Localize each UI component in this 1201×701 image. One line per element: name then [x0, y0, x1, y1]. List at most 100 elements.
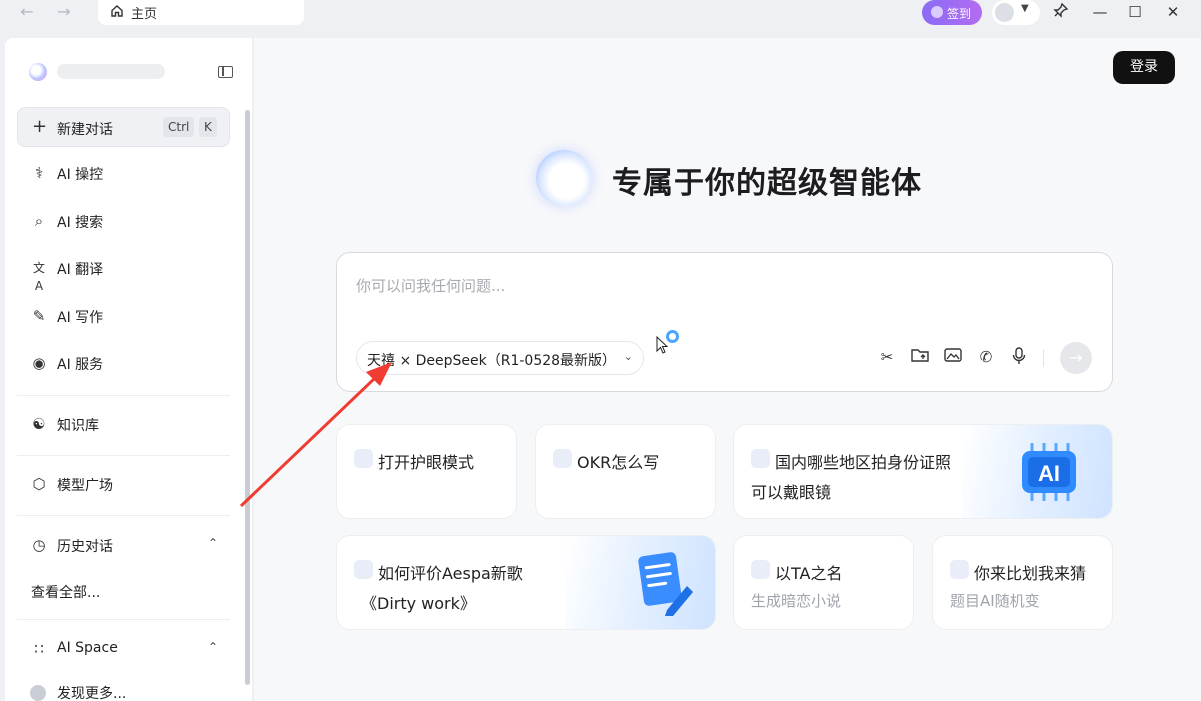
model-select[interactable]: 天禧 × DeepSeek（R1-0528最新版） ⌄ [356, 341, 644, 375]
folder-upload-icon[interactable] [910, 347, 930, 367]
suggestion-icon [354, 449, 373, 468]
chevron-down-icon: ⌄ [623, 350, 633, 363]
sidebar-item-ai-control[interactable]: ⚕ AI 操控 [17, 156, 230, 192]
home-icon [111, 5, 123, 17]
divider [17, 395, 230, 396]
suggestion-title: OKR怎么写 [577, 453, 660, 472]
sidebar-item-knowledge[interactable]: ☯ 知识库 [17, 407, 230, 443]
tab-home[interactable]: 主页 [98, 0, 304, 25]
suggestion-title: 你来比划我来猜 [974, 564, 1087, 583]
sidebar-scrollbar[interactable] [245, 110, 250, 685]
shortcut-ctrl: Ctrl [163, 117, 195, 137]
main-content: 登录 专属于你的超级智能体 你可以问我任何问题... 天禧 × DeepSeek… [254, 38, 1201, 701]
sidebar-item-label: AI Space [57, 640, 118, 656]
suggestion-card-novel[interactable]: 以TA之名 生成暗恋小说 [733, 535, 914, 630]
toolbar-divider [1043, 349, 1044, 367]
sidebar-collapse-icon[interactable] [218, 66, 233, 78]
knowledge-icon: ☯ [32, 415, 46, 433]
image-icon[interactable] [943, 347, 963, 367]
sidebar-item-label: AI 翻译 [57, 262, 104, 278]
loading-spinner-icon [666, 330, 679, 343]
microphone-icon[interactable] [1009, 347, 1029, 367]
suggestion-subtitle: 《Dirty work》 [361, 594, 476, 613]
send-button[interactable]: → [1060, 342, 1092, 374]
suggestion-card-okr[interactable]: OKR怎么写 [535, 424, 716, 519]
close-icon[interactable]: ✕ [1162, 2, 1184, 22]
discover-icon [30, 685, 46, 701]
suggestion-card-aespa[interactable]: 如何评价Aespa新歌 《Dirty work》 [336, 535, 716, 630]
plus-icon: + [32, 116, 48, 137]
clock-icon: ◷ [32, 536, 46, 554]
divider [17, 515, 230, 516]
minimize-icon[interactable]: — [1089, 2, 1111, 22]
suggestion-icon [950, 560, 969, 579]
pen-icon: ✎ [32, 307, 46, 325]
suggestion-subtitle: 生成暗恋小说 [751, 592, 842, 610]
chevron-up-icon[interactable]: ⌃ [208, 536, 218, 550]
sidebar-item-history[interactable]: ◷ 历史对话 ⌃ [17, 528, 230, 564]
service-icon: ◉ [32, 354, 46, 372]
suggestion-icon [751, 560, 770, 579]
suggestion-title: 国内哪些地区拍身份证照 [775, 453, 952, 472]
back-icon[interactable]: ← [14, 3, 40, 21]
sidebar-item-ai-search[interactable]: ⌕ AI 搜索 [17, 204, 230, 240]
brand-logo [29, 63, 47, 81]
suggestion-card-eye-mode[interactable]: 打开护眼模式 [336, 424, 517, 519]
chevron-up-icon[interactable]: ⌃ [208, 640, 218, 654]
ai-chip-icon: AI [1022, 443, 1076, 501]
new-chat-button[interactable]: + 新建对话 Ctrl K [17, 107, 230, 147]
discover-more-link[interactable]: 发现更多... [17, 675, 230, 701]
history-view-all-link[interactable]: 查看全部... [31, 582, 100, 602]
tab-label: 主页 [131, 7, 158, 22]
login-button[interactable]: 登录 [1113, 51, 1175, 84]
svg-text:AI: AI [1038, 461, 1060, 486]
sidebar-item-ai-space[interactable]: ∷ AI Space ⌃ [17, 632, 230, 668]
sidebar-item-label: 模型广场 [57, 478, 113, 494]
suggestion-card-id-photo[interactable]: AI 国内哪些地区拍身份证照 可以戴眼镜 [733, 424, 1113, 519]
sidebar-item-ai-service[interactable]: ◉ AI 服务 [17, 346, 230, 382]
suggestion-subtitle: 可以戴眼镜 [751, 483, 832, 502]
cube-icon: ⬡ [32, 475, 46, 493]
suggestion-card-charades[interactable]: 你来比划我来猜 题目AI随机变 [932, 535, 1113, 630]
model-select-label: 天禧 × DeepSeek（R1-0528最新版） [367, 353, 617, 369]
sidebar-item-ai-write[interactable]: ✎ AI 写作 [17, 299, 230, 335]
sidebar-item-label: 知识库 [57, 418, 99, 434]
divider [17, 619, 230, 620]
suggestion-icon [553, 449, 572, 468]
translate-icon: 文A [32, 261, 45, 293]
title-bar: ← → 主页 签到 ▼ — ☐ ✕ [0, 0, 1201, 38]
assistant-orb-logo [536, 150, 592, 206]
sidebar: + 新建对话 Ctrl K ⚕ AI 操控 ⌕ AI 搜索 文A AI 翻译 ✎… [5, 38, 252, 701]
forward-icon[interactable]: → [51, 3, 77, 21]
chevron-down-icon: ▼ [1021, 3, 1029, 14]
page-title: 专属于你的超级智能体 [612, 166, 922, 201]
shortcut-key: K [199, 117, 217, 137]
sidebar-item-ai-translate[interactable]: 文A AI 翻译 [17, 251, 230, 293]
sign-in-label: 签到 [947, 7, 972, 21]
document-edit-icon [638, 552, 693, 616]
suggestion-icon [751, 449, 770, 468]
divider [17, 455, 230, 456]
discover-more-label: 发现更多... [57, 686, 127, 701]
sign-in-button[interactable]: 签到 [922, 0, 982, 25]
scissors-icon[interactable]: ✂ [877, 347, 897, 367]
suggestion-icon [354, 560, 373, 579]
sidebar-item-label: AI 操控 [57, 167, 104, 183]
pin-icon[interactable] [1050, 2, 1072, 22]
phone-icon[interactable]: ✆ [976, 347, 996, 367]
suggestion-title: 如何评价Aespa新歌 [378, 564, 523, 583]
suggestion-title: 打开护眼模式 [378, 453, 475, 472]
sidebar-item-label: AI 搜索 [57, 215, 104, 231]
sidebar-item-models[interactable]: ⬡ 模型广场 [17, 467, 230, 503]
new-chat-label: 新建对话 [57, 122, 113, 138]
avatar [995, 3, 1014, 22]
apps-icon: ∷ [34, 640, 44, 658]
suggestion-title: 以TA之名 [775, 564, 843, 583]
sidebar-item-label: AI 服务 [57, 357, 104, 373]
stethoscope-icon: ⚕ [34, 164, 44, 182]
chat-input-placeholder[interactable]: 你可以问我任何问题... [356, 275, 505, 296]
maximize-icon[interactable]: ☐ [1124, 2, 1146, 22]
chat-input-box[interactable]: 你可以问我任何问题... 天禧 × DeepSeek（R1-0528最新版） ⌄… [336, 252, 1113, 392]
user-menu[interactable]: ▼ [992, 0, 1040, 25]
sidebar-item-label: 历史对话 [57, 539, 113, 555]
